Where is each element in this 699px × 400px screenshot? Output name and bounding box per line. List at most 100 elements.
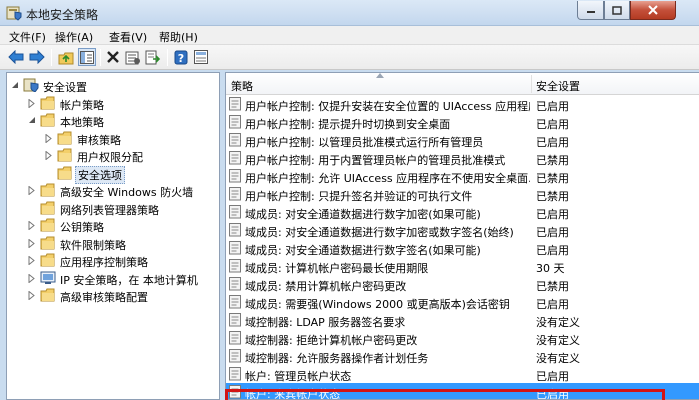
- folder-icon: [40, 236, 55, 249]
- up-folder-icon: [58, 52, 74, 64]
- tree-item-label: 本地策略: [60, 116, 104, 129]
- policy-setting: 30 天: [536, 262, 565, 275]
- table-row[interactable]: 用户帐户控制: 以管理员批准模式运行所有管理员 已启用: [226, 131, 699, 149]
- expand-arrow-icon[interactable]: [28, 256, 36, 265]
- table-row[interactable]: 用户帐户控制: 允许 UIAccess 应用程序在不使用安全桌面... 已禁用: [226, 167, 699, 185]
- folder-icon: [57, 148, 72, 162]
- expand-arrow-icon[interactable]: [28, 291, 36, 300]
- expand-arrow-icon[interactable]: [45, 151, 53, 160]
- collapse-arrow-icon[interactable]: [28, 116, 36, 125]
- properties-button[interactable]: [124, 48, 142, 66]
- table-row[interactable]: 用户帐户控制: 仅提升安装在安全位置的 UIAccess 应用程序 已启用: [226, 95, 699, 113]
- table-row[interactable]: 用户帐户控制: 提示提升时切换到安全桌面 已启用: [226, 113, 699, 131]
- back-button[interactable]: [7, 48, 25, 66]
- export-button[interactable]: [144, 48, 162, 66]
- expand-arrow-icon[interactable]: [28, 273, 36, 283]
- forward-arrow-icon: [29, 50, 45, 64]
- svg-text:?: ?: [178, 52, 184, 65]
- list-header: 策略 安全设置: [226, 73, 699, 95]
- expand-arrow-icon[interactable]: [28, 238, 36, 248]
- policy-item-icon: [229, 133, 241, 147]
- table-row[interactable]: 帐户: 管理员帐户状态 已启用: [226, 365, 699, 383]
- table-row[interactable]: 域控制器: 拒绝计算机帐户密码更改 没有定义: [226, 329, 699, 347]
- policy-setting: 没有定义: [536, 334, 580, 347]
- delete-button[interactable]: [104, 48, 122, 66]
- help-button[interactable]: ?: [172, 48, 190, 66]
- policy-name: 域成员: 对安全通道数据进行数字签名(如果可能): [245, 244, 481, 257]
- minimize-button[interactable]: [577, 1, 604, 20]
- toolbar-separator: [167, 49, 168, 66]
- title-bar: 本地安全策略: [0, 0, 699, 26]
- navigation-tree[interactable]: 安全设置 帐户策略 本地策略 审核策略 用户权限分配 安全选项 高级安全 Windows 防…: [6, 72, 220, 400]
- policy-item-icon: [229, 187, 241, 201]
- policy-item-icon: [229, 349, 241, 363]
- policy-name: 域控制器: 拒绝计算机帐户密码更改: [245, 334, 418, 347]
- tree-item-label: 网络列表管理器策略: [60, 203, 159, 217]
- expand-arrow-icon[interactable]: [28, 221, 36, 230]
- column-separator[interactable]: [531, 75, 532, 93]
- policy-name: 用户帐户控制: 只提升签名并验证的可执行文件: [245, 190, 473, 203]
- table-row[interactable]: 域成员: 对安全通道数据进行数字签名(如果可能) 已启用: [226, 239, 699, 257]
- policy-name: 用户帐户控制: 用于内置管理员帐户的管理员批准模式: [245, 154, 506, 167]
- policy-name: 域成员: 对安全通道数据进行数字加密或数字签名(始终): [245, 226, 514, 239]
- tree-item-label: IP 安全策略，在 本地计算机: [60, 273, 198, 287]
- menu-action[interactable]: 操作(A): [55, 29, 93, 45]
- tree-item-label: 帐户策略: [60, 98, 104, 112]
- delete-icon: [107, 51, 119, 63]
- policy-list[interactable]: 策略 安全设置 用户帐户控制: 仅提升安装在安全位置的 UIAccess 应用程…: [225, 72, 699, 400]
- expand-arrow-icon[interactable]: [28, 98, 36, 108]
- policy-setting: 已启用: [536, 298, 569, 311]
- table-row[interactable]: 用户帐户控制: 用于内置管理员帐户的管理员批准模式 已禁用: [226, 149, 699, 167]
- menu-file[interactable]: 文件(F): [9, 29, 46, 45]
- show-tree-icon: [80, 50, 94, 64]
- policy-setting: 已启用: [536, 100, 569, 113]
- tree-item-label: 公钥策略: [60, 221, 104, 234]
- view-button[interactable]: [192, 48, 210, 66]
- collapse-arrow-icon[interactable]: [11, 81, 19, 90]
- folder-icon: [40, 201, 55, 214]
- table-row[interactable]: 用户帐户控制: 只提升签名并验证的可执行文件 已禁用: [226, 185, 699, 203]
- expand-arrow-icon[interactable]: [28, 186, 36, 195]
- show-tree-button[interactable]: [78, 48, 96, 66]
- policy-name: 域成员: 对安全通道数据进行数字加密(如果可能): [245, 208, 481, 221]
- tree-item-label: 高级安全 Windows 防火墙: [60, 186, 194, 199]
- table-row[interactable]: 域成员: 需要强(Windows 2000 或更高版本)会话密钥 已启用: [226, 293, 699, 311]
- policy-setting: 已禁用: [536, 190, 569, 203]
- window-title: 本地安全策略: [26, 8, 99, 22]
- forward-button[interactable]: [28, 48, 46, 66]
- toolbar-separator: [51, 49, 52, 66]
- policy-item-icon: [229, 313, 241, 327]
- table-row[interactable]: 域成员: 计算机帐户密码最长使用期限 30 天: [226, 257, 699, 275]
- tree-item-label: 审核策略: [77, 133, 121, 147]
- policy-item-icon: [229, 367, 241, 381]
- menu-view[interactable]: 查看(V): [109, 29, 147, 45]
- menu-help[interactable]: 帮助(H): [159, 29, 198, 45]
- policy-name: 帐户: 管理员帐户状态: [245, 370, 352, 383]
- maximize-button[interactable]: [604, 1, 630, 20]
- toolbar-separator: [100, 49, 101, 66]
- policy-setting: 没有定义: [536, 352, 580, 365]
- table-row[interactable]: 域控制器: LDAP 服务器签名要求 没有定义: [226, 311, 699, 329]
- maximize-icon: [612, 5, 622, 15]
- policy-item-icon: [229, 277, 241, 291]
- up-button[interactable]: [57, 48, 75, 66]
- column-header-policy[interactable]: 策略: [231, 78, 253, 94]
- menu-bar: 文件(F) 操作(A) 查看(V) 帮助(H): [0, 26, 699, 45]
- close-button[interactable]: [630, 1, 676, 20]
- folder-icon: [40, 288, 55, 302]
- table-row[interactable]: 域成员: 对安全通道数据进行数字加密或数字签名(始终) 已启用: [226, 221, 699, 239]
- column-header-setting[interactable]: 安全设置: [536, 78, 580, 94]
- minimize-icon: [586, 11, 595, 13]
- expand-arrow-icon[interactable]: [45, 133, 53, 143]
- folder-icon: [40, 113, 55, 127]
- folder-icon: [40, 218, 55, 232]
- export-icon: [145, 50, 161, 64]
- policy-item-icon: [229, 223, 241, 237]
- table-row[interactable]: 域成员: 对安全通道数据进行数字加密(如果可能) 已启用: [226, 203, 699, 221]
- policy-name: 用户帐户控制: 以管理员批准模式运行所有管理员: [245, 136, 484, 149]
- policy-item-icon: [229, 205, 241, 219]
- tree-item-label: 安全设置: [43, 81, 87, 94]
- table-row[interactable]: 域控制器: 允许服务器操作者计划任务 没有定义: [226, 347, 699, 365]
- policy-setting: 已启用: [536, 136, 569, 149]
- table-row[interactable]: 域成员: 禁用计算机帐户密码更改 已禁用: [226, 275, 699, 293]
